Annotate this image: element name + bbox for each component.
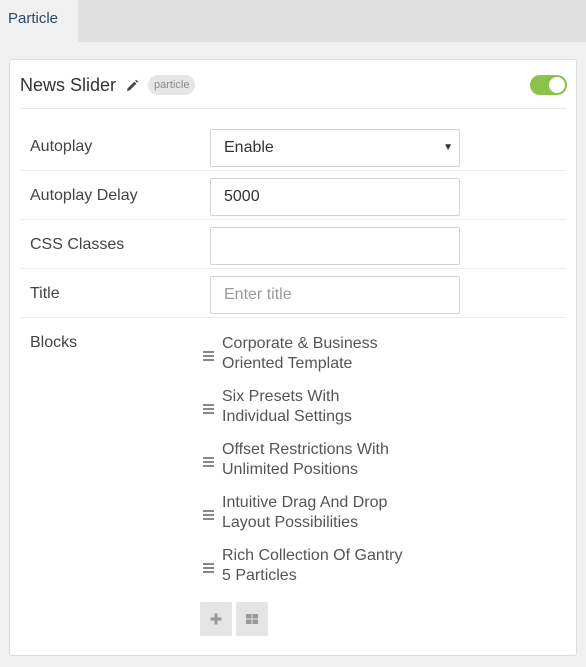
particle-panel: News Slider particle Autoplay Enable ▼ A… xyxy=(9,59,577,656)
add-block-button[interactable] xyxy=(200,602,232,636)
title-row: Title Enter title xyxy=(20,269,566,318)
css-classes-row: CSS Classes xyxy=(20,220,566,269)
block-line: Offset Restrictions With xyxy=(222,441,389,458)
block-line: Individual Settings xyxy=(222,408,352,425)
panel-header: News Slider particle xyxy=(10,60,576,110)
tab-particle[interactable]: Particle xyxy=(0,0,78,42)
block-item[interactable]: Offset Restrictions With Unlimited Posit… xyxy=(200,440,420,484)
toggle-knob xyxy=(549,77,565,93)
autoplay-label: Autoplay xyxy=(30,138,93,155)
block-text: Intuitive Drag And Drop Layout Possibili… xyxy=(222,493,422,533)
block-line: Intuitive Drag And Drop xyxy=(222,494,388,511)
blocks-label: Blocks xyxy=(30,334,78,351)
title-label: Title xyxy=(30,285,60,302)
autoplay-delay-input[interactable]: 5000 xyxy=(210,178,460,216)
enabled-toggle[interactable] xyxy=(530,75,567,95)
grid-button[interactable] xyxy=(236,602,268,636)
block-text: Six Presets With Individual Settings xyxy=(222,387,422,427)
tab-bar: Particle xyxy=(0,0,586,42)
block-line: Layout Possibilities xyxy=(222,514,359,531)
block-text: Offset Restrictions With Unlimited Posit… xyxy=(222,440,422,480)
chevron-down-icon: ▼ xyxy=(443,142,453,153)
autoplay-delay-label: Autoplay Delay xyxy=(30,187,138,204)
block-line: Rich Collection Of Gantry xyxy=(222,547,403,564)
block-item[interactable]: Intuitive Drag And Drop Layout Possibili… xyxy=(200,493,420,537)
particle-badge: particle xyxy=(148,75,196,95)
block-item[interactable]: Six Presets With Individual Settings xyxy=(200,387,420,431)
autoplay-delay-value: 5000 xyxy=(224,188,260,205)
block-line: Unlimited Positions xyxy=(222,461,359,478)
header-divider xyxy=(20,108,566,109)
block-line: Oriented Template xyxy=(222,355,353,372)
css-classes-label: CSS Classes xyxy=(30,236,125,253)
drag-handle-icon[interactable] xyxy=(203,404,214,414)
grid-icon xyxy=(246,614,258,624)
title-placeholder: Enter title xyxy=(224,286,292,303)
block-item[interactable]: Rich Collection Of Gantry 5 Particles xyxy=(200,546,420,590)
block-text: Corporate & Business Oriented Template xyxy=(222,334,422,374)
block-line: Corporate & Business xyxy=(222,335,378,352)
block-line: Six Presets With xyxy=(222,388,340,405)
drag-handle-icon[interactable] xyxy=(203,351,214,361)
block-text: Rich Collection Of Gantry 5 Particles xyxy=(222,546,422,586)
autoplay-value: Enable xyxy=(224,139,274,156)
block-item[interactable]: Corporate & Business Oriented Template xyxy=(200,334,420,378)
css-classes-input[interactable] xyxy=(210,227,460,265)
autoplay-delay-row: Autoplay Delay 5000 xyxy=(20,171,566,220)
autoplay-row: Autoplay Enable ▼ xyxy=(20,122,566,171)
panel-title: News Slider xyxy=(20,75,117,95)
plus-icon xyxy=(210,613,222,625)
drag-handle-icon[interactable] xyxy=(203,510,214,520)
block-line: 5 Particles xyxy=(222,567,297,584)
drag-handle-icon[interactable] xyxy=(203,563,214,573)
title-input[interactable]: Enter title xyxy=(210,276,460,314)
pencil-icon[interactable] xyxy=(125,79,139,93)
autoplay-select[interactable]: Enable ▼ xyxy=(210,129,460,167)
drag-handle-icon[interactable] xyxy=(203,457,214,467)
